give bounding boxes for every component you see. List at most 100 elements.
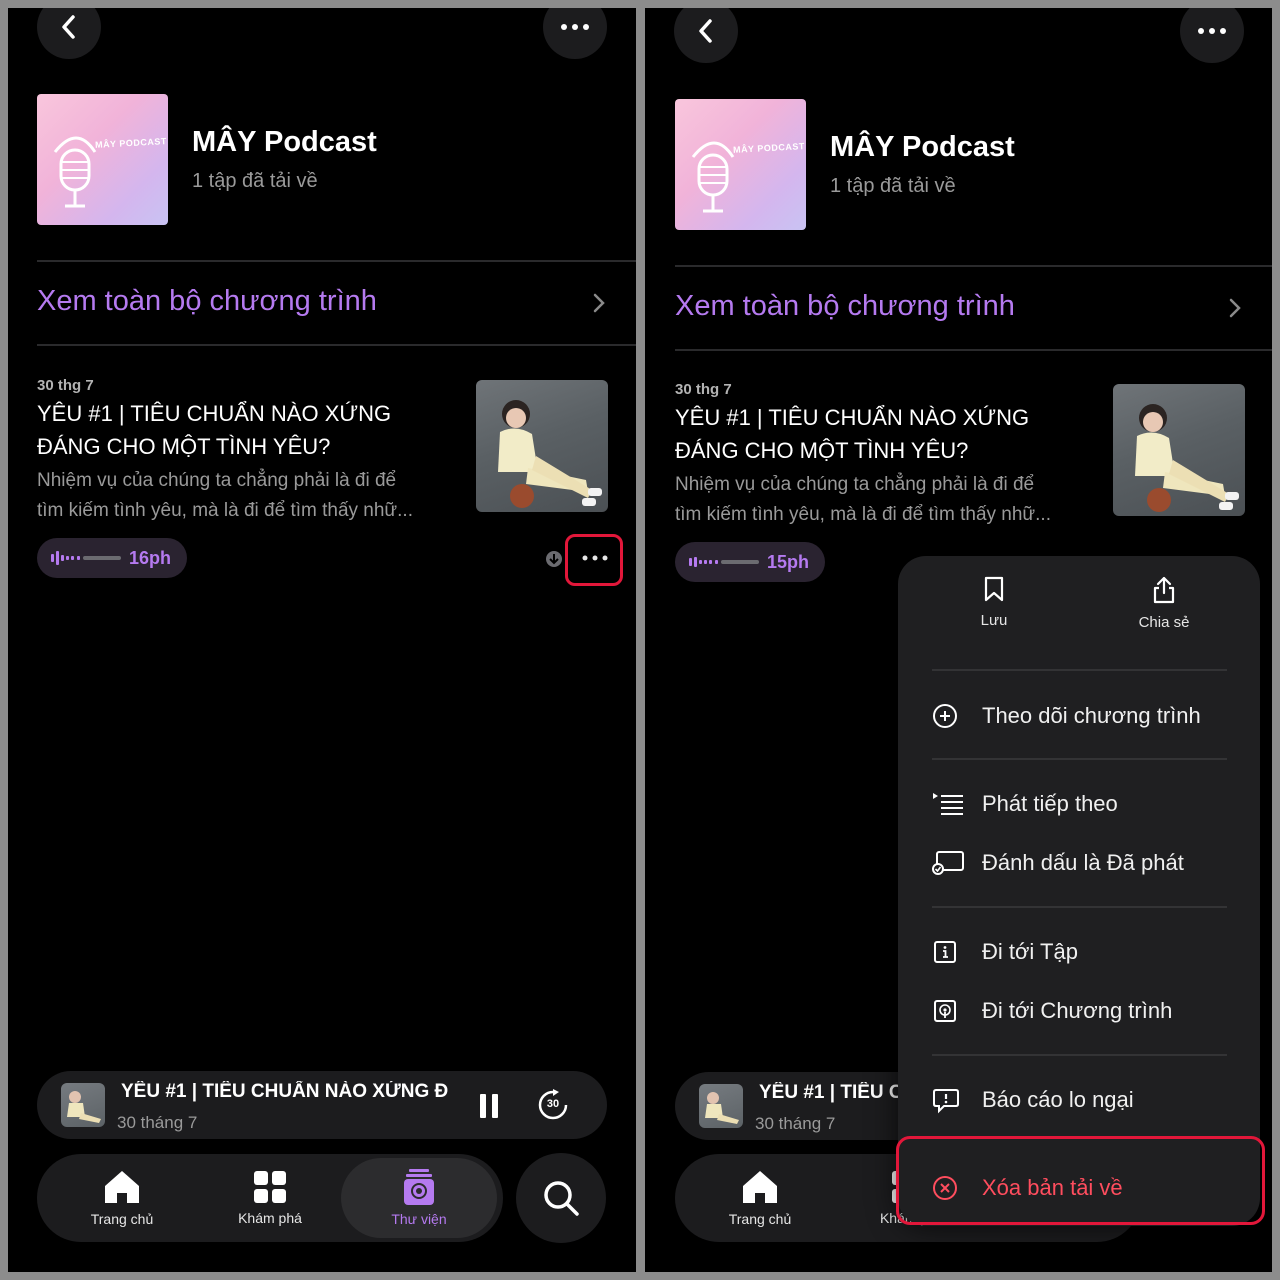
skip-forward-30-button[interactable]: 30 [537,1089,569,1121]
pause-icon[interactable] [479,1093,499,1119]
episode-title[interactable]: YÊU #1 | TIÊU CHUẨN NÀO XỨNG ĐÁNG CHO MỘ… [37,397,457,463]
back-button[interactable] [674,8,738,63]
waveform-icon [51,551,121,565]
mini-player-title: YÊU #1 | TIÊU C [759,1082,899,1103]
duration-text: 15ph [767,551,810,572]
person-photo [1135,404,1239,512]
go-to-show-label: Đi tới Chương trình [982,998,1173,1023]
highlight-box [896,1136,1265,1225]
share-label: Chia sẻ [1138,614,1190,631]
share-icon [1153,576,1175,604]
back-button[interactable] [37,8,101,59]
home-icon [105,1171,139,1203]
duration-pill[interactable]: 15ph [675,542,826,582]
see-all-episodes-link[interactable]: Xem toàn bộ chương trình [37,285,377,318]
tab-home[interactable]: Trang chủ [47,1154,197,1242]
play-next-label: Phát tiếp theo [982,791,1118,816]
more-options-button[interactable] [543,8,607,59]
plus-circle-icon [933,704,957,728]
ellipsis-icon [561,24,589,30]
podcast-title: MÂY Podcast [192,126,377,158]
divider [675,265,1272,267]
episode-title[interactable]: YÊU #1 | TIÊU CHUẨN NÀO XỨNG ĐÁNG CHO MỘ… [675,401,1095,467]
mini-player-date: 30 tháng 7 [755,1114,836,1133]
mini-player-date: 30 tháng 7 [117,1113,198,1132]
left-screen: MÂY PODCAST MÂY Podcast 1 tập đã tải về … [8,8,636,1272]
mini-player-title: YÊU #1 | TIÊU CHUẨN NÀO XỨNG Đ [121,1081,449,1102]
save-action[interactable]: Lưu [934,576,1054,629]
more-options-button[interactable] [1180,8,1244,63]
menu-divider [932,1054,1227,1056]
grid-icon [254,1171,286,1203]
mini-player-artwork [61,1083,105,1127]
episode-description-line1: Nhiệm vụ của chúng ta chẳng phải là đi đ… [37,470,397,491]
chevron-left-icon [699,19,712,43]
info-square-icon [934,941,956,963]
bookmark-icon [984,576,1004,602]
menu-divider [932,758,1227,760]
highlight-box [565,534,623,586]
episode-description-line1: Nhiệm vụ của chúng ta chẳng phải là đi đ… [675,474,1035,495]
duration-text: 16ph [129,547,172,568]
tab-library[interactable]: Thư viện [341,1158,497,1238]
tab-explore-label: Khám phá [238,1210,302,1226]
microphone-icon [53,136,97,208]
tab-home[interactable]: Trang chủ [685,1154,835,1242]
episode-date: 30 thg 7 [37,377,94,394]
downloaded-count: 1 tập đã tải về [830,175,956,197]
menu-divider [932,669,1227,671]
chevron-left-icon [62,15,75,39]
library-icon [404,1169,434,1205]
podcast-cover[interactable]: MÂY PODCAST [675,99,806,230]
mark-played-icon [932,851,964,875]
tab-home-label: Trang chủ [728,1211,792,1227]
menu-divider [932,906,1227,908]
mark-played-item[interactable]: Đánh dấu là Đã phát [932,843,1232,883]
waveform-icon [689,557,759,567]
play-next-item[interactable]: Phát tiếp theo [932,784,1232,824]
episode-thumbnail[interactable] [1113,384,1245,516]
episode-date: 30 thg 7 [675,381,732,398]
report-concern-label: Báo cáo lo ngại [982,1087,1134,1112]
chevron-right-icon [593,293,605,313]
podcast-title: MÂY Podcast [830,131,1015,163]
downloaded-count: 1 tập đã tải về [192,170,318,192]
see-all-episodes-link[interactable]: Xem toàn bộ chương trình [675,290,1015,323]
home-icon [743,1171,777,1203]
episode-thumbnail[interactable] [476,380,608,512]
ellipsis-icon [1198,28,1226,34]
microphone-icon [691,141,735,213]
podcast-cover[interactable]: MÂY PODCAST [37,94,168,225]
report-bubble-icon [933,1089,959,1114]
divider [675,349,1272,351]
podcast-square-icon [934,1000,956,1022]
search-button[interactable] [516,1153,606,1243]
go-to-episode-label: Đi tới Tập [982,939,1078,964]
person-photo [498,400,602,508]
report-concern-item[interactable]: Báo cáo lo ngại [932,1080,1232,1120]
search-icon [544,1181,579,1216]
follow-show-item[interactable]: Theo dõi chương trình [932,696,1232,736]
tab-home-label: Trang chủ [90,1211,154,1227]
tab-bar: Trang chủ Khám phá Thư viện [37,1154,503,1242]
divider [37,260,636,262]
go-to-show-item[interactable]: Đi tới Chương trình [932,991,1232,1031]
divider [37,344,636,346]
follow-show-label: Theo dõi chương trình [982,703,1201,728]
share-action[interactable]: Chia sẻ [1104,576,1224,631]
save-label: Lưu [980,612,1008,629]
mini-player[interactable]: YÊU #1 | TIÊU CHUẨN NÀO XỨNG Đ 30 tháng … [37,1071,607,1139]
tab-explore[interactable]: Khám phá [195,1154,345,1242]
go-to-episode-item[interactable]: Đi tới Tập [932,932,1232,972]
episode-description-line2: tìm kiếm tình yêu, mà là đi để tìm thấy … [675,504,1051,525]
play-next-icon [933,793,963,815]
download-status-icon [546,551,562,567]
mini-player-artwork [699,1084,743,1128]
duration-pill[interactable]: 16ph [37,538,188,578]
tab-library-label: Thư viện [391,1211,447,1227]
mark-played-label: Đánh dấu là Đã phát [982,850,1184,875]
episode-context-menu: Lưu Chia sẻ Theo dõi chương trình Phát t… [898,556,1260,1226]
chevron-right-icon [1229,298,1241,318]
right-screen: MÂY PODCAST MÂY Podcast 1 tập đã tải về … [645,8,1272,1272]
skip-seconds-label: 30 [546,1098,560,1110]
